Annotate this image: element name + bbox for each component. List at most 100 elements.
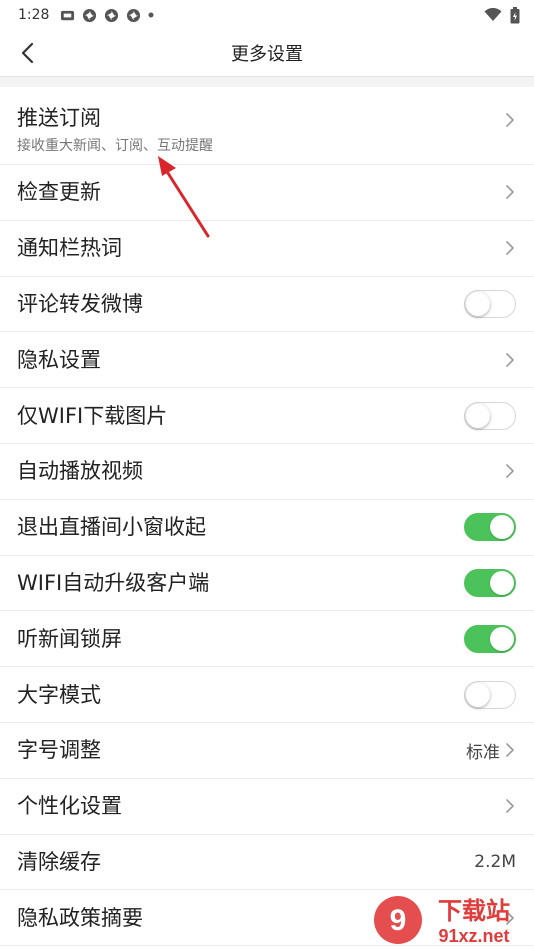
setting-label: 隐私政策摘要 bbox=[17, 905, 143, 930]
dot-icon bbox=[148, 12, 154, 18]
setting-label: 大字模式 bbox=[17, 682, 101, 707]
toggle-switch[interactable] bbox=[464, 513, 516, 542]
row-right bbox=[464, 513, 516, 542]
setting-value: 2.2M bbox=[474, 851, 516, 872]
chevron-right-icon bbox=[506, 464, 514, 479]
toggle-knob bbox=[466, 403, 490, 428]
chevron-right-icon bbox=[506, 799, 514, 813]
row-text: 大字模式 bbox=[17, 682, 101, 708]
settings-list: 推送订阅接收重大新闻、订阅、互动提醒检查更新通知栏热词评论转发微博 隐私设置仅WI… bbox=[0, 87, 534, 947]
status-left: 1:28 bbox=[18, 7, 154, 23]
status-time: 1:28 bbox=[18, 7, 50, 23]
setting-row-2[interactable]: 通知栏热词 bbox=[0, 221, 534, 277]
chevron-right-icon bbox=[506, 185, 514, 200]
row-text: WIFI自动升级客户端 bbox=[17, 570, 209, 596]
chevron-right-icon bbox=[506, 743, 514, 758]
setting-row-13[interactable]: 清除缓存 2.2M bbox=[0, 835, 534, 891]
row-text: 通知栏热词 bbox=[17, 235, 122, 261]
toggle-switch[interactable] bbox=[464, 401, 516, 430]
row-text: 退出直播间小窗收起 bbox=[17, 514, 206, 540]
setting-row-10[interactable]: 大字模式 bbox=[0, 667, 534, 723]
row-right: 2.2M bbox=[474, 852, 516, 872]
setting-row-0[interactable]: 推送订阅接收重大新闻、订阅、互动提醒 bbox=[0, 87, 534, 165]
row-right bbox=[504, 351, 516, 369]
setting-label: WIFI自动升级客户端 bbox=[17, 570, 210, 595]
toggle-switch[interactable] bbox=[464, 289, 516, 318]
setting-label: 通知栏热词 bbox=[17, 236, 122, 261]
status-right bbox=[484, 6, 520, 24]
row-right bbox=[504, 183, 516, 201]
row-right bbox=[504, 462, 516, 480]
row-text: 个性化设置 bbox=[17, 793, 122, 819]
row-text: 清除缓存 bbox=[17, 849, 101, 875]
pinwheel-icon bbox=[105, 8, 119, 22]
setting-row-12[interactable]: 个性化设置 bbox=[0, 779, 534, 835]
setting-label: 退出直播间小窗收起 bbox=[17, 515, 206, 540]
back-button[interactable] bbox=[12, 38, 42, 68]
wifi-icon bbox=[484, 8, 502, 21]
setting-label: 检查更新 bbox=[17, 180, 101, 205]
chevron-right-icon bbox=[506, 352, 514, 367]
row-text: 自动播放视频 bbox=[17, 458, 143, 484]
setting-row-5[interactable]: 仅WIFI下载图片 bbox=[0, 388, 534, 444]
toggle-switch[interactable] bbox=[464, 680, 516, 709]
setting-row-6[interactable]: 自动播放视频 bbox=[0, 444, 534, 500]
row-text: 检查更新 bbox=[17, 179, 101, 205]
page-title: 更多设置 bbox=[231, 44, 303, 65]
setting-value: 标准 bbox=[466, 742, 500, 763]
row-text: 听新闻锁屏 bbox=[17, 626, 122, 652]
row-right bbox=[504, 111, 516, 129]
setting-row-14[interactable]: 隐私政策摘要 bbox=[0, 890, 534, 947]
row-text: 推送订阅接收重大新闻、订阅、互动提醒 bbox=[17, 105, 213, 155]
row-right bbox=[464, 401, 516, 430]
setting-row-7[interactable]: 退出直播间小窗收起 bbox=[0, 500, 534, 556]
top-bar: 更多设置 bbox=[0, 30, 534, 76]
toggle-knob bbox=[490, 570, 514, 595]
row-text: 隐私政策摘要 bbox=[17, 905, 143, 931]
toggle-switch[interactable] bbox=[464, 624, 516, 653]
row-right bbox=[464, 568, 516, 597]
setting-row-3[interactable]: 评论转发微博 bbox=[0, 277, 534, 333]
row-text: 仅WIFI下载图片 bbox=[17, 403, 167, 429]
setting-subtitle: 接收重大新闻、订阅、互动提醒 bbox=[17, 138, 213, 154]
chevron-right-icon bbox=[506, 241, 514, 255]
row-right bbox=[464, 680, 516, 709]
setting-label: 清除缓存 bbox=[17, 849, 101, 874]
toggle-knob bbox=[490, 515, 514, 540]
setting-label: 听新闻锁屏 bbox=[17, 626, 122, 651]
setting-label: 隐私设置 bbox=[17, 347, 101, 372]
row-text: 隐私设置 bbox=[17, 347, 101, 373]
setting-label: 仅WIFI下载图片 bbox=[17, 403, 168, 428]
setting-row-11[interactable]: 字号调整 标准 bbox=[0, 723, 534, 779]
row-text: 字号调整 bbox=[17, 737, 101, 763]
row-right bbox=[464, 624, 516, 653]
toggle-knob bbox=[490, 626, 514, 651]
setting-label: 评论转发微博 bbox=[17, 291, 143, 316]
setting-row-9[interactable]: 听新闻锁屏 bbox=[0, 611, 534, 668]
row-right bbox=[504, 239, 516, 257]
setting-label: 自动播放视频 bbox=[17, 459, 143, 484]
row-right bbox=[504, 797, 516, 815]
section-gap bbox=[0, 77, 534, 87]
setting-row-1[interactable]: 检查更新 bbox=[0, 165, 534, 221]
battery-icon bbox=[510, 6, 520, 23]
toggle-knob bbox=[466, 291, 490, 316]
toggle-knob bbox=[466, 682, 490, 707]
row-right: 标准 bbox=[466, 738, 516, 763]
pinwheel-icon bbox=[127, 8, 141, 22]
setting-label: 推送订阅 bbox=[17, 106, 101, 130]
toggle-switch[interactable] bbox=[464, 568, 516, 597]
row-right bbox=[464, 289, 516, 318]
back-chevron-icon bbox=[21, 42, 34, 64]
chevron-right-icon bbox=[506, 113, 514, 127]
pinwheel-icon bbox=[83, 8, 97, 22]
setting-label: 个性化设置 bbox=[17, 794, 122, 819]
setting-label: 字号调整 bbox=[17, 738, 101, 763]
row-text: 评论转发微博 bbox=[17, 291, 143, 317]
app-badge-icon bbox=[61, 10, 75, 20]
setting-row-4[interactable]: 隐私设置 bbox=[0, 332, 534, 389]
chevron-right-icon bbox=[506, 910, 514, 925]
setting-row-8[interactable]: WIFI自动升级客户端 bbox=[0, 556, 534, 612]
status-bar: 1:28 bbox=[0, 0, 534, 30]
row-right bbox=[504, 909, 516, 927]
